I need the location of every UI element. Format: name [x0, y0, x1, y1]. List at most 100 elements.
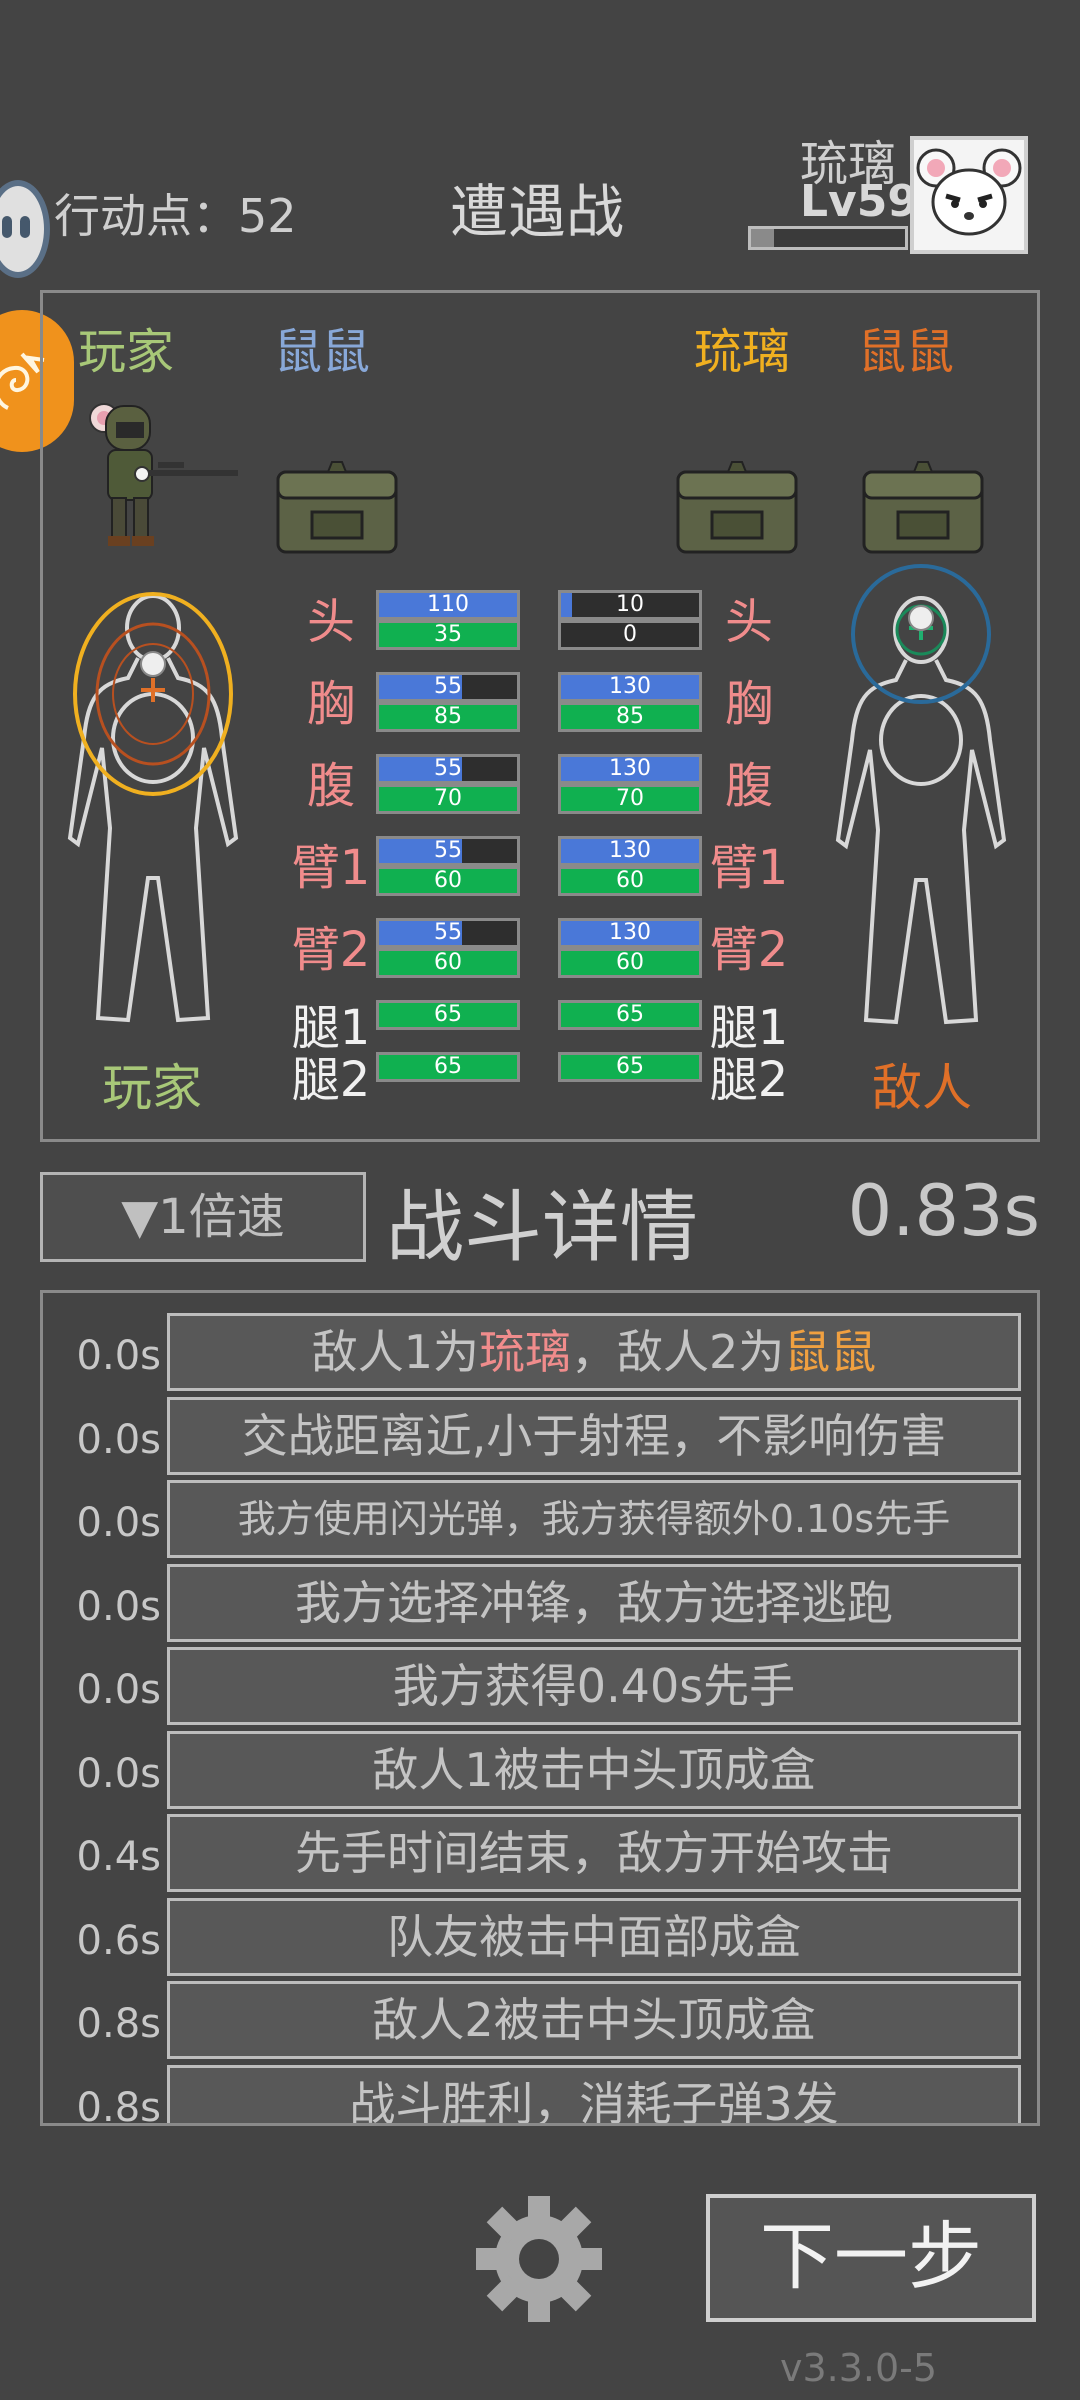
- log-message-text: 鼠鼠: [784, 1325, 877, 1379]
- left-armor-bar: 55: [376, 672, 520, 702]
- soldier-character-icon[interactable]: [78, 398, 246, 558]
- team-right-liuli-label: 琉璃: [694, 324, 791, 380]
- team-left-mouse-label: 鼠鼠: [274, 324, 371, 380]
- log-message-text: 先手时间结束，敌方开始攻击: [295, 1826, 893, 1880]
- team-right-mouse-label: 鼠鼠: [858, 324, 955, 380]
- log-row: 0.0s 敌人1为琉璃，敌人2为鼠鼠: [43, 1313, 1037, 1393]
- right-armor-bar-value: 10: [616, 592, 644, 617]
- right-armor-bar: 130: [558, 836, 702, 866]
- log-row: 0.0s 敌人1被击中头顶成盒: [43, 1730, 1037, 1811]
- team-left-player-label: 玩家: [78, 324, 175, 380]
- right-hp-bar: 0: [558, 620, 702, 650]
- left-hp-bar-value: 35: [434, 622, 462, 647]
- left-hp-bar: 60: [376, 866, 520, 896]
- player-level: Lv59: [800, 176, 918, 227]
- log-time: 0.0s: [76, 1500, 161, 1546]
- left-armor-bar-value: 55: [434, 838, 462, 863]
- log-row: 0.0s 交战距离近,小于射程，不影响伤害: [43, 1396, 1037, 1477]
- log-row: 0.8s 战斗胜利，消耗子弹3发: [43, 2064, 1037, 2126]
- left-hp-bar: 65: [376, 1000, 520, 1030]
- crosshair-icon: [141, 678, 165, 702]
- left-armor-bar: 55: [376, 836, 520, 866]
- log-message-text: 敌人1为: [311, 1325, 479, 1379]
- left-armor-bar: 55: [376, 918, 520, 948]
- xp-bar: [748, 226, 908, 250]
- supply-crate-icon: [676, 461, 798, 554]
- log-message: 我方获得0.40s先手: [167, 1647, 1021, 1725]
- part-label-right: 臂1: [709, 840, 789, 896]
- right-hp-bar-value: 85: [616, 704, 644, 729]
- right-armor-bar: 130: [558, 754, 702, 784]
- right-armor-bar-value: 130: [609, 756, 651, 781]
- right-hp-bar: 85: [558, 702, 702, 732]
- player-body-diagram[interactable]: [58, 588, 248, 1038]
- gear-icon[interactable]: [474, 2194, 604, 2324]
- log-row: 0.6s 队友被击中面部成盒: [43, 1897, 1037, 1978]
- left-hp-bar: 65: [376, 1052, 520, 1082]
- log-message: 敌人2被击中头顶成盒: [167, 1981, 1021, 2059]
- right-hp-bar-value: 0: [623, 622, 637, 647]
- right-hp-bar-value: 60: [616, 868, 644, 893]
- right-armor-bar: 10: [558, 590, 702, 620]
- next-step-button[interactable]: 下一步: [706, 2194, 1036, 2322]
- log-message-text: 琉璃: [479, 1325, 571, 1379]
- part-label-left: 臂1: [291, 840, 371, 896]
- part-label-left: 腿2: [291, 1052, 371, 1108]
- log-time: 0.4s: [76, 1834, 161, 1880]
- part-label-right: 腹: [724, 758, 773, 814]
- body-outline-icon: [835, 596, 1007, 1025]
- left-hp-bar-value: 65: [434, 1002, 462, 1027]
- page-title: 遭遇战: [450, 178, 625, 246]
- bottom-player-label: 玩家: [102, 1059, 202, 1117]
- left-armor-bar: 110: [376, 590, 520, 620]
- right-armor-bar: 130: [558, 672, 702, 702]
- battle-timer: 0.83s: [847, 1170, 1040, 1252]
- mouse-avatar-icon: [916, 148, 1022, 236]
- enemy-body-diagram[interactable]: [826, 560, 1016, 1040]
- log-time: 0.0s: [76, 1583, 161, 1630]
- log-message: 队友被击中面部成盒: [167, 1897, 1021, 1976]
- side-chat-bubble[interactable]: [0, 180, 50, 278]
- log-time: 0.6s: [76, 1917, 161, 1964]
- log-time: 0.0s: [76, 1416, 161, 1463]
- right-hp-bar-value: 65: [616, 1002, 644, 1027]
- log-time: 0.8s: [76, 2084, 161, 2126]
- log-message-text: 我方使用闪光弹，我方获得额外0.10s先手: [237, 1497, 951, 1541]
- log-message-text: 敌人1被击中头顶成盒: [372, 1742, 816, 1797]
- log-message: 敌人1被击中头顶成盒: [167, 1730, 1021, 1809]
- right-armor-bar-value: 130: [609, 920, 651, 945]
- supply-crate-icon: [276, 461, 398, 554]
- left-hp-bar: 70: [376, 784, 520, 814]
- avatar[interactable]: [910, 136, 1028, 254]
- log-time: 0.0s: [76, 1333, 161, 1379]
- right-armor-bar: 130: [558, 918, 702, 948]
- part-label-left: 头: [306, 594, 355, 650]
- left-hp-bar-value: 60: [434, 868, 462, 893]
- log-row: 0.8s 敌人2被击中头顶成盒: [43, 1981, 1037, 2061]
- log-message: 敌人1为琉璃，敌人2为鼠鼠: [167, 1313, 1021, 1391]
- speed-dropdown[interactable]: ▼1倍速: [40, 1172, 366, 1262]
- log-message: 战斗胜利，消耗子弹3发: [167, 2064, 1021, 2123]
- log-message-text: ，敌人2为: [571, 1325, 785, 1379]
- version-label: v3.3.0-5: [780, 2346, 938, 2390]
- log-row: 0.0s 我方获得0.40s先手: [43, 1647, 1037, 1727]
- left-armor-bar-value: 55: [434, 920, 462, 945]
- right-armor-bar-value: 130: [609, 674, 651, 699]
- log-time: 0.0s: [76, 1750, 161, 1797]
- battle-details-title: 战斗详情: [386, 1183, 699, 1273]
- bubble-eye-icon: [2, 216, 12, 238]
- battle-log[interactable]: 0.0s 敌人1为琉璃，敌人2为鼠鼠 0.0s 交战距离近,小于射程，不影响伤害 0.0…: [40, 1290, 1040, 2126]
- left-hp-bar-value: 85: [434, 704, 462, 729]
- part-label-right: 腿2: [709, 1052, 789, 1108]
- part-label-left: 臂2: [291, 922, 371, 978]
- left-armor-bar-value: 55: [434, 756, 462, 781]
- right-hp-bar: 60: [558, 948, 702, 978]
- log-row: 0.0s 我方选择冲锋，敌方选择逃跑: [43, 1563, 1037, 1644]
- part-label-left: 胸: [306, 676, 355, 732]
- log-message-text: 队友被击中面部成盒: [387, 1909, 801, 1964]
- left-armor-bar-value: 110: [427, 592, 469, 617]
- xp-bar-fill: [751, 229, 775, 247]
- part-label-right: 胸: [724, 676, 773, 732]
- bottom-enemy-label: 敌人: [872, 1059, 972, 1117]
- part-label-right: 头: [724, 594, 773, 650]
